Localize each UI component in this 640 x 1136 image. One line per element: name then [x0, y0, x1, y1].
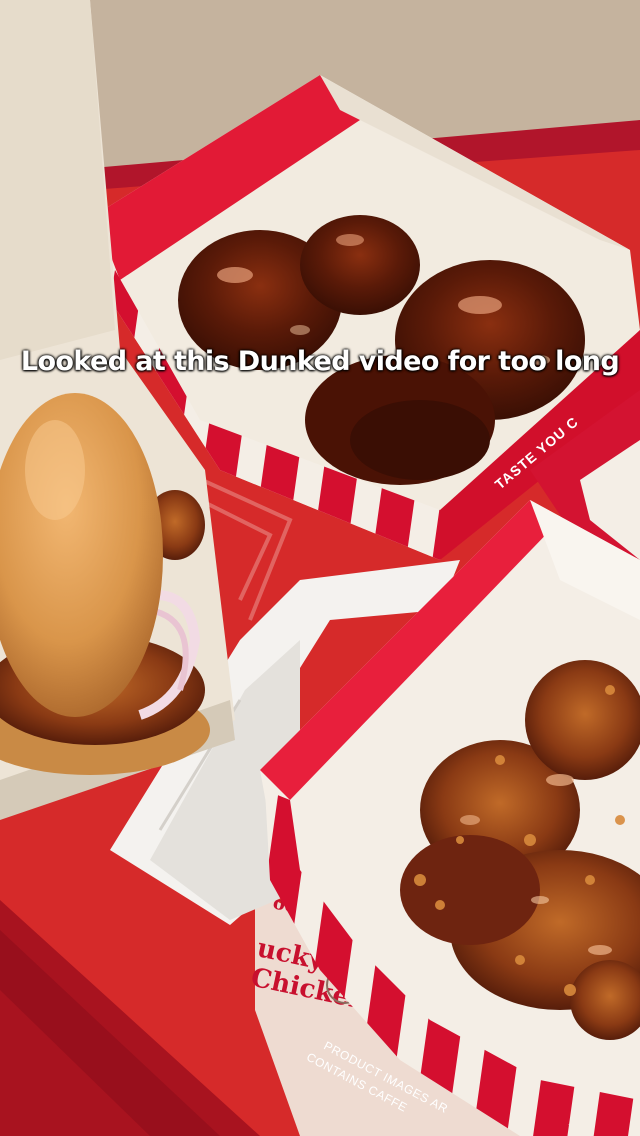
- food-photo: ood ucky Chicken PRODUCT IMAGES AR CONTA…: [0, 0, 640, 1136]
- photo-scene: ood ucky Chicken PRODUCT IMAGES AR CONTA…: [0, 0, 640, 1136]
